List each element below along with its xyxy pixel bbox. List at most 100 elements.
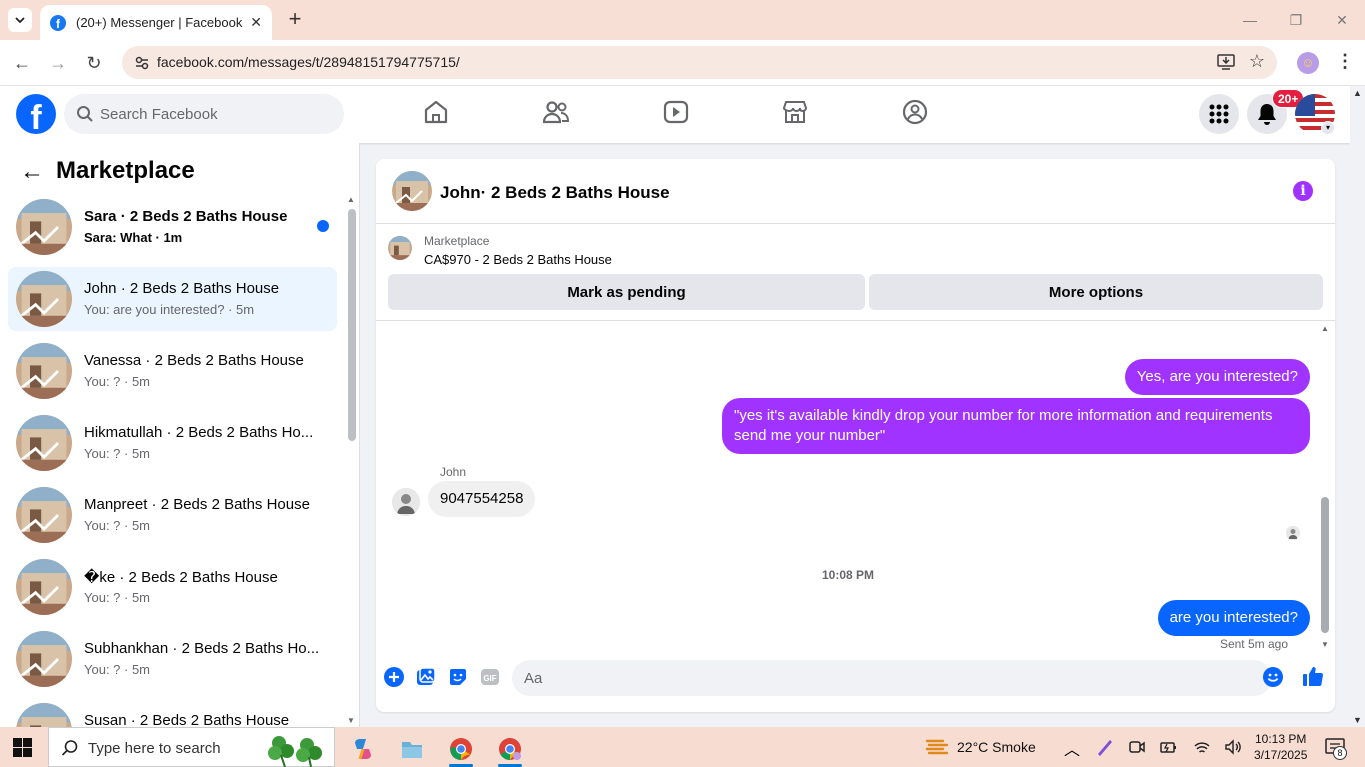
mark-as-pending-button[interactable]: Mark as pending xyxy=(388,274,865,310)
browser-menu-icon[interactable]: ⋮ xyxy=(1336,51,1354,72)
facebook-favicon-icon: f xyxy=(50,14,66,31)
windows-start-icon[interactable] xyxy=(13,738,32,757)
listing-price-title[interactable]: CA$970 - 2 Beds 2 Baths House xyxy=(424,252,612,267)
close-window-button[interactable]: ✕ xyxy=(1319,0,1365,40)
tab-close-icon[interactable]: ✕ xyxy=(250,14,262,31)
file-manager-icon xyxy=(402,742,422,758)
menu-grid-button[interactable] xyxy=(1199,94,1239,134)
incoming-message[interactable]: 9047554258 xyxy=(428,481,536,517)
conversation-item[interactable]: Subhankhan · 2 Beds 2 Baths Ho... You: ? … xyxy=(8,627,337,691)
scroll-up-arrow-icon[interactable]: ▲ xyxy=(1321,324,1329,333)
groups-icon[interactable] xyxy=(901,98,929,126)
chat-scrollbar[interactable]: ▲ ▼ xyxy=(1319,322,1331,649)
facebook-logo[interactable]: f xyxy=(16,94,56,134)
conversation-item[interactable]: John · 2 Beds 2 Baths House You: are you … xyxy=(8,267,337,331)
chevron-up-icon[interactable]: ︿ xyxy=(1064,736,1082,759)
conversation-item[interactable]: Manpreet · 2 Beds 2 Baths House You: ? · … xyxy=(8,483,337,547)
video-icon[interactable] xyxy=(662,98,690,126)
taskbar-file-explorer[interactable] xyxy=(392,731,432,767)
url-text[interactable]: facebook.com/messages/t/2894815179477571… xyxy=(157,54,460,70)
copilot-icon xyxy=(355,739,371,760)
scroll-up-arrow-icon[interactable]: ▲ xyxy=(1353,88,1362,98)
search-input[interactable] xyxy=(100,94,336,134)
home-icon[interactable] xyxy=(422,98,450,126)
back-button[interactable]: ← xyxy=(10,51,34,75)
outgoing-message[interactable]: Yes, are you interested? xyxy=(1124,359,1310,395)
restore-button[interactable]: ❐ xyxy=(1273,0,1319,40)
reload-button[interactable]: ↻ xyxy=(82,51,106,75)
site-info-icon[interactable] xyxy=(134,55,150,71)
shamrock-decoration-icon xyxy=(268,736,322,767)
scroll-down-arrow-icon[interactable]: ▼ xyxy=(1321,640,1329,649)
taskbar-chrome[interactable] xyxy=(441,731,481,767)
conversation-item[interactable]: �ke · 2 Beds 2 Baths House You: ? · 5m xyxy=(8,555,337,619)
taskbar-search[interactable]: Type here to search xyxy=(48,727,335,767)
browser-profile-avatar[interactable]: ☺ xyxy=(1297,52,1319,74)
friends-icon[interactable] xyxy=(542,98,570,126)
conversation-preview: You: ? · 5m xyxy=(84,518,151,533)
clock-date: 3/17/2025 xyxy=(1254,748,1308,762)
omnibox[interactable]: facebook.com/messages/t/2894815179477571… xyxy=(122,46,1277,79)
forward-button[interactable]: → xyxy=(46,51,70,75)
bookmark-star-icon[interactable]: ☆ xyxy=(1249,51,1265,72)
conversation-item[interactable]: Vanessa · 2 Beds 2 Baths House You: ? · 5… xyxy=(8,339,337,403)
thumbs-up-icon[interactable] xyxy=(1302,665,1324,687)
outgoing-message[interactable]: are you interested? xyxy=(1157,600,1310,636)
conversation-name: Manpreet · 2 Beds 2 Baths House xyxy=(84,496,310,513)
weather-text[interactable]: 22°C Smoke xyxy=(957,739,1036,755)
photo-icon[interactable] xyxy=(416,667,436,687)
tab-search-button[interactable] xyxy=(8,8,32,32)
back-arrow-icon[interactable]: ← xyxy=(20,158,44,186)
emoji-icon[interactable] xyxy=(1263,667,1283,687)
plus-icon[interactable] xyxy=(384,667,404,687)
meet-now-icon[interactable] xyxy=(1128,738,1146,756)
house-photo-icon xyxy=(16,343,72,399)
page-scrollbar[interactable]: ▲ ▼ xyxy=(1350,86,1365,727)
info-icon[interactable]: i xyxy=(1293,181,1313,201)
message-thread: Yes, are you interested? "yes it's avail… xyxy=(376,322,1335,654)
taskbar-clock[interactable]: 10:13 PM 3/17/2025 xyxy=(1254,731,1307,763)
install-app-icon[interactable] xyxy=(1217,54,1235,70)
chat-title[interactable]: John· 2 Beds 2 Baths House xyxy=(440,183,670,203)
conversation-item[interactable]: Hikmatullah · 2 Beds 2 Baths Ho... You: ?… xyxy=(8,411,337,475)
conversation-thumbnail xyxy=(16,415,72,471)
volume-icon[interactable] xyxy=(1224,738,1242,756)
message-input[interactable] xyxy=(512,660,1272,696)
outgoing-message[interactable]: "yes it's available kindly drop your num… xyxy=(722,398,1310,454)
taskbar-chrome-profile[interactable] xyxy=(490,731,530,767)
conversation-name: Sara · 2 Beds 2 Baths House xyxy=(84,208,288,225)
chevron-down-icon xyxy=(15,17,25,23)
scroll-down-arrow-icon[interactable]: ▼ xyxy=(1353,715,1362,725)
new-tab-button[interactable]: + xyxy=(284,8,306,31)
battery-plug-icon[interactable] xyxy=(1159,738,1177,756)
conversation-thumbnail xyxy=(16,199,72,255)
browser-tab[interactable]: f (20+) Messenger | Facebook ✕ xyxy=(40,5,272,40)
scrollbar-thumb[interactable] xyxy=(1321,497,1329,633)
conversation-item[interactable]: Sara · 2 Beds 2 Baths House Sara: What · … xyxy=(8,195,337,259)
gif-icon[interactable]: GIF xyxy=(480,667,500,687)
sender-avatar[interactable] xyxy=(392,488,420,516)
minimize-button[interactable]: — xyxy=(1227,0,1273,40)
conversation-name: John · 2 Beds 2 Baths House xyxy=(84,280,280,297)
listing-thumbnail[interactable] xyxy=(388,236,412,260)
account-chevron-icon[interactable]: ▾ xyxy=(1321,121,1335,135)
conversation-name: Hikmatullah · 2 Beds 2 Baths Ho... xyxy=(84,424,314,441)
scrollbar-thumb[interactable] xyxy=(348,209,356,441)
taskbar-copilot[interactable] xyxy=(343,731,383,767)
marketplace-listing-card: Marketplace CA$970 - 2 Beds 2 Baths Hous… xyxy=(376,225,1335,321)
scroll-down-arrow-icon[interactable]: ▼ xyxy=(347,716,355,725)
marketplace-icon[interactable] xyxy=(781,98,809,126)
network-icon[interactable] xyxy=(1193,738,1211,756)
scroll-up-arrow-icon[interactable]: ▲ xyxy=(347,195,355,204)
conversation-preview: You: ? · 5m xyxy=(84,374,151,389)
facebook-search[interactable] xyxy=(64,94,344,134)
sticker-icon[interactable] xyxy=(448,667,468,687)
conversation-item[interactable]: Susan · 2 Beds 2 Baths House xyxy=(8,699,337,727)
pen-icon[interactable] xyxy=(1096,738,1114,756)
weather-smoke-icon[interactable] xyxy=(925,737,949,757)
grid-menu-icon xyxy=(1209,104,1229,124)
sidebar-scrollbar[interactable]: ▲ ▼ xyxy=(345,195,357,727)
more-options-button[interactable]: More options xyxy=(869,274,1323,310)
conversation-preview: You: ? · 5m xyxy=(84,446,151,461)
chat-listing-thumbnail[interactable] xyxy=(392,171,432,211)
